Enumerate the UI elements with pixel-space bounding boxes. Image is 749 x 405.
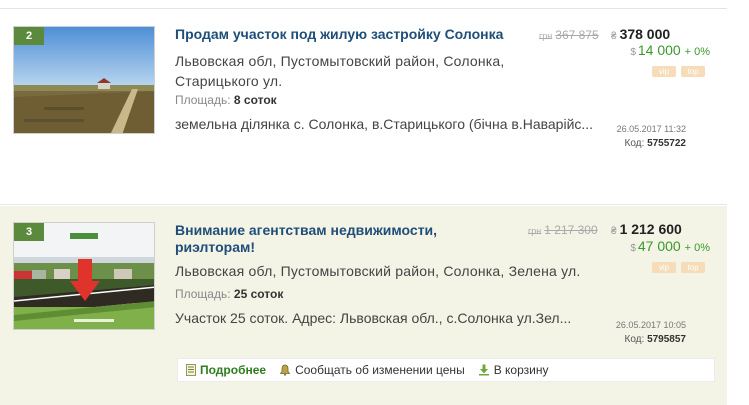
- details-link[interactable]: Подробнее: [186, 363, 266, 377]
- listing-title-link[interactable]: Продам участок под жилую застройку Солон…: [175, 26, 525, 43]
- listing-area: Площадь: 25 соток: [175, 287, 283, 301]
- old-price-currency: грн: [539, 31, 553, 41]
- listing-number-badge: 3: [14, 223, 44, 241]
- download-arrow-icon: [478, 364, 490, 376]
- price-value: 378 000: [619, 26, 671, 42]
- promo-tags: vip top: [652, 262, 705, 273]
- old-price: грн 367 875: [539, 28, 599, 42]
- usd-price-value: 47 000: [637, 238, 681, 254]
- top-tag[interactable]: top: [681, 262, 705, 273]
- price-currency: ₴: [611, 226, 617, 237]
- listing-photo[interactable]: 3: [13, 222, 155, 330]
- listing-code: Код: 5755722: [625, 138, 687, 149]
- usd-price-change: + 0%: [684, 46, 710, 58]
- promo-tags: vip top: [652, 66, 705, 77]
- usd-price: $14 000 + 0%: [630, 42, 710, 58]
- old-price-value: 367 875: [555, 28, 599, 42]
- bell-icon: [279, 364, 291, 376]
- add-to-cart-label: В корзину: [493, 363, 549, 377]
- listing-photo[interactable]: 2: [13, 26, 155, 134]
- price-alert-link[interactable]: Сообщать об изменении цены: [279, 363, 465, 377]
- old-price: грн 1 217 300: [528, 223, 598, 237]
- usd-price-change: + 0%: [684, 242, 710, 254]
- listing-card-highlighted: 3 Внимание агентствам недвижимости, риэл…: [0, 206, 727, 405]
- code-value: 5755722: [647, 138, 686, 149]
- usd-currency: $: [630, 243, 636, 254]
- listing-title-link[interactable]: Внимание агентствам недвижимости, риэлто…: [175, 222, 475, 256]
- add-to-cart-link[interactable]: В корзину: [478, 363, 549, 377]
- code-label: Код:: [624, 138, 645, 149]
- old-price-currency: грн: [528, 226, 542, 236]
- listing-description: Участок 25 соток. Адрес: Львовская обл.,…: [175, 310, 572, 326]
- usd-currency: $: [630, 47, 636, 58]
- listing-number-badge: 2: [14, 27, 44, 45]
- old-price-value: 1 217 300: [544, 223, 598, 237]
- usd-price: $47 000 + 0%: [630, 238, 710, 254]
- listing-address: Львовская обл, Пустомытовский район, Сол…: [175, 263, 581, 279]
- area-label: Площадь:: [175, 287, 231, 301]
- listing-actions-bar: Подробнее Сообщать об изменении цены В к…: [177, 358, 715, 382]
- vip-tag[interactable]: vip: [652, 262, 676, 273]
- listing-date: 26.05.2017 11:32: [616, 124, 686, 134]
- code-value: 5795857: [647, 334, 686, 345]
- price: ₴ 1 212 600: [611, 221, 682, 237]
- usd-price-value: 14 000: [637, 42, 681, 58]
- details-link-label: Подробнее: [200, 363, 267, 377]
- listing-card: 2 Продам участок под жилую застройку Сол…: [0, 9, 727, 205]
- price: ₴ 378 000: [611, 26, 670, 42]
- price-value: 1 212 600: [619, 221, 682, 237]
- top-tag[interactable]: top: [681, 66, 705, 77]
- price-currency: ₴: [611, 31, 617, 42]
- code-label: Код:: [624, 334, 645, 345]
- area-value: 8 соток: [233, 93, 277, 107]
- listing-area: Площадь: 8 соток: [175, 93, 277, 107]
- area-label: Площадь:: [175, 93, 231, 107]
- price-alert-label: Сообщать об изменении цены: [295, 363, 465, 377]
- document-icon: [186, 364, 196, 376]
- listing-description: земельна ділянка с. Солонка, в.Старицько…: [175, 116, 594, 132]
- vip-tag[interactable]: vip: [652, 66, 676, 77]
- listing-code: Код: 5795857: [625, 334, 687, 345]
- listing-address: Львовская обл, Пустомытовский район, Сол…: [175, 53, 505, 89]
- listing-date: 26.05.2017 10:05: [615, 320, 686, 330]
- area-value: 25 соток: [233, 287, 284, 301]
